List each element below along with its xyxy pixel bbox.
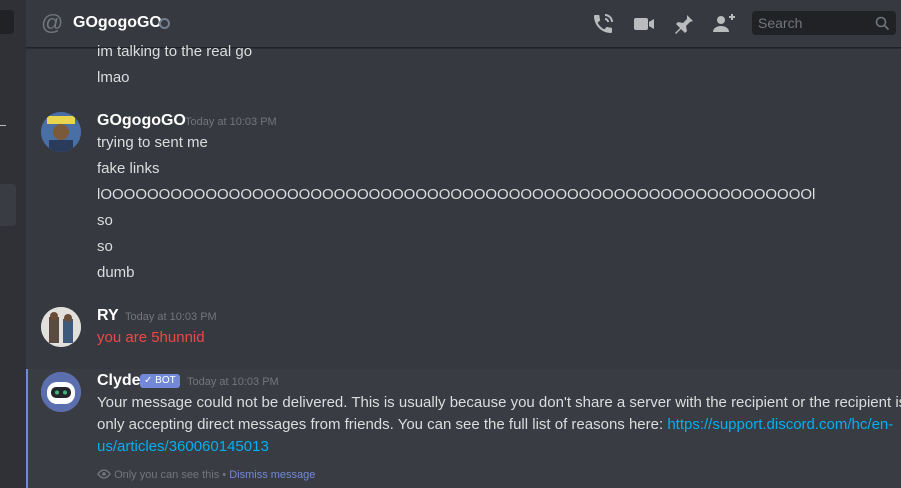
message-line: dumb [97, 264, 135, 281]
timestamp: Today at 10:03 PM [125, 311, 217, 323]
video-icon[interactable] [632, 12, 656, 36]
message-line: lmao [97, 69, 130, 86]
status-offline-icon [159, 18, 170, 29]
sidebar-selected-item[interactable] [0, 184, 16, 226]
notice-text: Only you can see this [114, 469, 220, 481]
timestamp: Today at 10:03 PM [185, 116, 277, 128]
message-line: fake links [97, 160, 160, 177]
channel-header: @ GOgogoGO [26, 0, 901, 48]
username[interactable]: Clyde [97, 372, 141, 390]
sidebar-top-item[interactable] [0, 10, 14, 34]
ephemeral-notice: Only you can see this • Dismiss message [97, 469, 315, 481]
message-line: trying to sent me [97, 134, 208, 151]
search-input[interactable] [758, 14, 868, 32]
dismiss-message-link[interactable]: Dismiss message [229, 469, 315, 481]
clyde-avatar[interactable] [41, 372, 81, 412]
call-icon[interactable] [591, 12, 615, 36]
guild-sidebar [0, 0, 26, 488]
message-line: lOOOOOOOOOOOOOOOOOOOOOOOOOOOOOOOOOOOOOOO… [97, 186, 816, 203]
notice-separator: • [219, 469, 230, 481]
username[interactable]: GOgogoGO [97, 112, 186, 130]
message-line: so [97, 212, 113, 229]
sidebar-divider [0, 125, 6, 126]
clyde-message-text: only accepting direct messages from frie… [97, 416, 668, 433]
username[interactable]: RY [97, 307, 119, 325]
avatar-image [41, 112, 81, 152]
avatar-image [41, 307, 81, 347]
clyde-message-line: Your message could not be delivered. Thi… [97, 394, 901, 411]
timestamp: Today at 10:03 PM [187, 376, 279, 388]
message-line: you are 5hunnid [97, 329, 205, 346]
support-link-cont[interactable]: us/articles/360060145013 [97, 438, 269, 455]
avatar[interactable] [41, 112, 81, 152]
clyde-bot-icon [41, 372, 81, 412]
clyde-message-line: only accepting direct messages from frie… [97, 414, 901, 436]
avatar[interactable] [41, 307, 81, 347]
message-line: so [97, 238, 113, 255]
page-title: GOgogoGO [73, 14, 162, 31]
search-icon [875, 16, 890, 31]
add-friend-icon[interactable] [712, 12, 736, 36]
at-icon: @ [41, 10, 64, 35]
message-list: im talking to the real go lmao GOgogoGO … [26, 43, 901, 488]
pin-icon[interactable] [672, 12, 696, 36]
search-box[interactable] [752, 11, 896, 35]
clyde-message-line: us/articles/360060145013 [97, 436, 901, 458]
eye-icon [97, 469, 111, 479]
bot-badge: ✓ BOT [140, 374, 180, 388]
message-line: im talking to the real go [97, 43, 253, 60]
support-link[interactable]: https://support.discord.com/hc/en- [667, 416, 893, 433]
